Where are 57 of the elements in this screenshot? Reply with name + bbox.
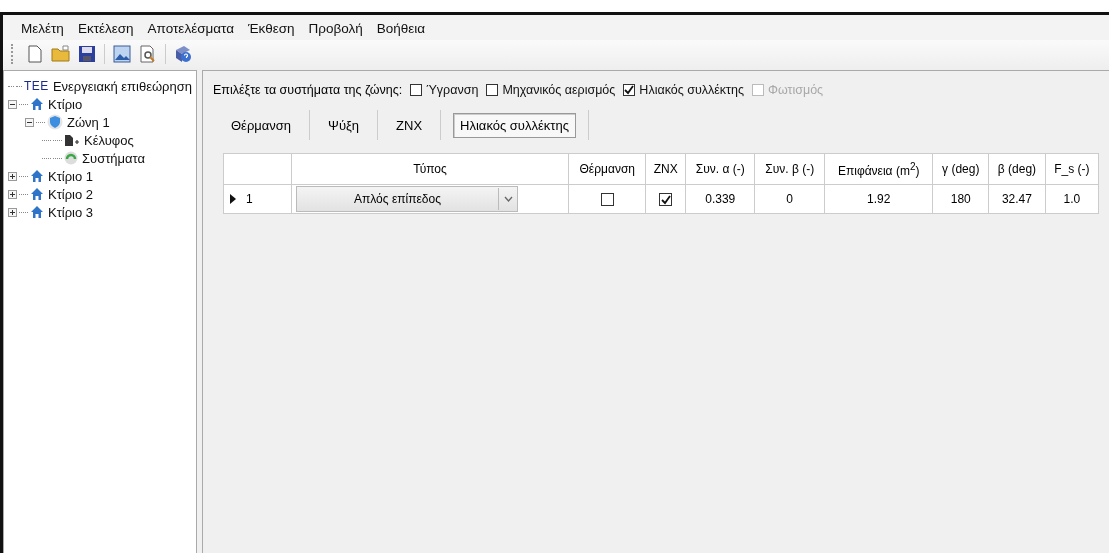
table-checkbox[interactable] [600, 193, 614, 207]
expand-toggle[interactable] [8, 207, 17, 217]
expand-toggle[interactable] [8, 189, 17, 199]
tab[interactable]: Ψύξη [310, 110, 379, 140]
column-header: γ (deg) [933, 153, 989, 185]
type-dropdown[interactable]: Απλός επίπεδος [296, 186, 518, 212]
tree-item[interactable]: Κέλυφος [82, 132, 134, 148]
shield-icon [47, 114, 63, 130]
house-icon [30, 187, 44, 201]
menu-item[interactable]: Αποτελέσματα [141, 19, 241, 38]
logo-text: ΤΕΕ [24, 79, 49, 93]
table-cell: 180 [933, 184, 989, 214]
menu-item[interactable]: Βοήθεια [370, 19, 432, 38]
house-icon [30, 169, 44, 183]
collapse-toggle[interactable] [25, 117, 34, 127]
expand-toggle[interactable] [8, 171, 17, 181]
save-icon[interactable] [76, 43, 98, 65]
menu-item[interactable]: Προβολή [302, 19, 369, 38]
image-icon[interactable] [111, 43, 133, 65]
house-icon [30, 205, 44, 219]
check-icon [624, 85, 635, 95]
table-cell: 0 [755, 184, 825, 214]
menu-item[interactable]: Εκτέλεση [71, 19, 140, 38]
tree-item[interactable]: Κτίριο 1 [46, 168, 94, 184]
house-icon [30, 97, 44, 111]
check-icon [660, 194, 671, 205]
row-number: 1 [246, 192, 253, 206]
column-header: Τύπος [291, 153, 569, 185]
menu-item[interactable]: Μελέτη [15, 19, 70, 38]
table-cell: 0.339 [685, 184, 755, 214]
tab[interactable]: Θέρμανση [213, 110, 311, 140]
menu-item[interactable]: Έκθεση [242, 19, 301, 38]
chevron-down-icon [503, 196, 513, 202]
systems-label: Επιλέξτε τα συστήματα της ζώνης: [213, 83, 403, 97]
table-cell: 1.92 [824, 184, 933, 214]
table-checkbox[interactable] [659, 193, 673, 207]
column-header: ZNX [645, 153, 686, 185]
tree-item[interactable]: Κτίριο 2 [46, 186, 94, 202]
system-checkbox[interactable]: Ύγρανση [410, 83, 479, 97]
column-header: Συν. β (-) [755, 153, 825, 185]
collapse-toggle[interactable] [8, 99, 17, 109]
tab[interactable]: ZNX [378, 110, 442, 140]
table-cell: 32.47 [988, 184, 1046, 214]
system-checkbox[interactable]: Μηχανικός αερισμός [486, 83, 616, 97]
tree-item[interactable]: Συστήματα [80, 150, 145, 166]
table-cell: 1.0 [1045, 184, 1099, 214]
column-header: Συν. α (-) [685, 153, 755, 185]
gauge-icon [64, 151, 78, 165]
column-header: Θέρμανση [568, 153, 646, 185]
column-header: F_s (-) [1045, 153, 1099, 185]
system-checkbox[interactable]: Ηλιακός συλλέκτης [623, 83, 744, 97]
column-header: Επιφάνεια (m$^{2}$) [824, 153, 933, 185]
tree-item[interactable]: Ενεργειακή επιθεώρηση [50, 78, 192, 94]
tree-item[interactable]: Ζώνη 1 [65, 114, 110, 130]
tree-item[interactable]: Κτίριο [46, 96, 83, 112]
column-header: β (deg) [988, 153, 1046, 185]
tree-item[interactable]: Κτίριο 3 [46, 204, 94, 220]
